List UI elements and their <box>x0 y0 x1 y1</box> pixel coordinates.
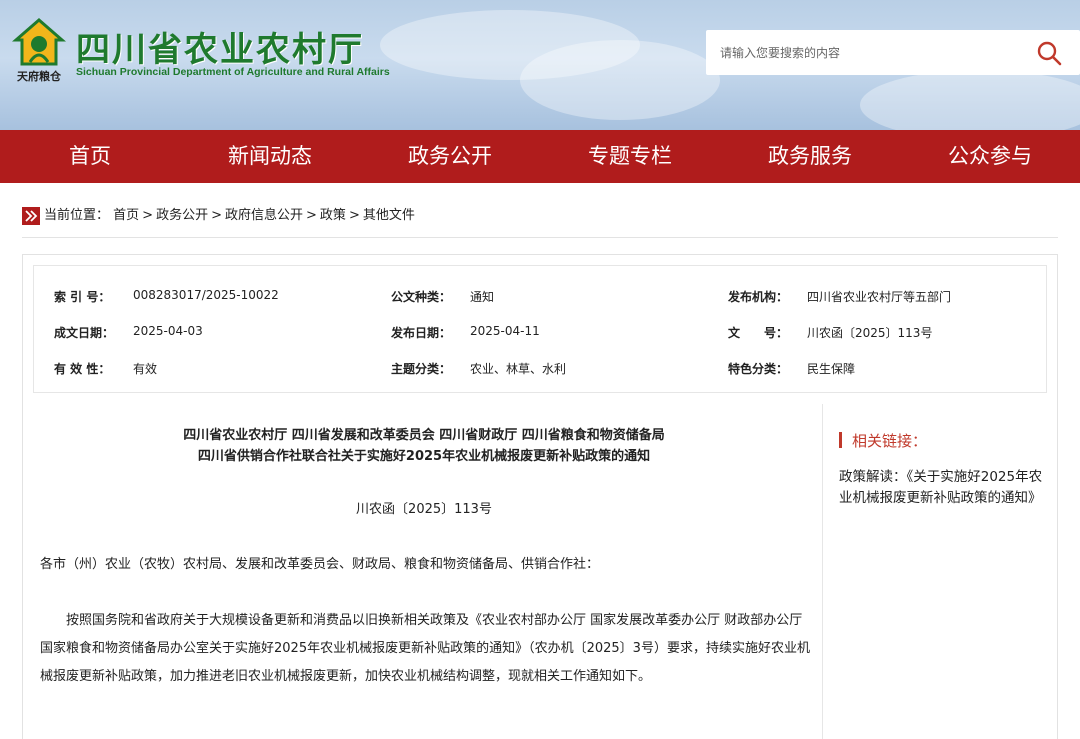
search-input[interactable] <box>706 30 1026 75</box>
meta-published-label: 发布日期： <box>391 326 452 340</box>
meta-feature-label: 特色分类： <box>728 362 789 376</box>
main-nav: 首页 新闻动态 政务公开 专题专栏 政务服务 公众参与 <box>0 130 1080 183</box>
breadcrumb-prefix: 当前位置： <box>44 208 110 223</box>
breadcrumb-separator: > <box>211 208 222 223</box>
breadcrumb-divider <box>22 237 1058 238</box>
document-metadata: 索 引 号： 008283017/2025-10022 公文种类： 通知 发布机… <box>33 265 1047 393</box>
meta-docno-value: 川农函〔2025〕113号 <box>807 326 933 340</box>
related-links-title: 相关链接： <box>852 432 928 450</box>
site-logo-icon[interactable]: 天府粮仓 <box>12 18 66 84</box>
breadcrumb-policy[interactable]: 政策 <box>320 208 346 223</box>
related-link-policy-interpretation[interactable]: 政策解读：《关于实施好2025年农业机械报废更新补贴政策的通知》 <box>839 467 1044 509</box>
breadcrumb-arrow-icon <box>22 207 40 225</box>
breadcrumb-home[interactable]: 首页 <box>113 208 139 223</box>
header-cloud-decoration <box>860 70 1080 130</box>
meta-feature-value: 民生保障 <box>807 362 856 376</box>
breadcrumb-separator: > <box>348 208 360 223</box>
breadcrumb-info-disclosure[interactable]: 政府信息公开 <box>225 208 303 223</box>
article-title-line-1: 四川省农业农村厅 四川省发展和改革委员会 四川省财政厅 四川省粮食和物资储备局 <box>183 428 665 443</box>
nav-item-gov-affairs[interactable]: 政务公开 <box>360 130 540 183</box>
nav-item-home[interactable]: 首页 <box>0 130 180 183</box>
site-title: 四川省农业农村厅 <box>76 30 364 70</box>
meta-issuer-value: 四川省农业农村厅等五部门 <box>807 290 952 304</box>
header-cloud-decoration <box>520 40 720 120</box>
search-icon[interactable] <box>1036 40 1062 66</box>
meta-doctype-label: 公文种类： <box>391 290 452 304</box>
meta-docno-label: 文 号： <box>728 326 789 340</box>
meta-doctype-value: 通知 <box>470 290 495 304</box>
nav-item-participation[interactable]: 公众参与 <box>900 130 1080 183</box>
meta-created-value: 2025-04-03 <box>133 324 203 338</box>
article-title-line-2: 四川省供销合作社联合社关于实施好2025年农业机械报废更新补贴政策的通知 <box>197 449 651 464</box>
site-subtitle: Sichuan Provincial Department of Agricul… <box>76 66 390 78</box>
meta-issuer-label: 发布机构： <box>728 290 789 304</box>
meta-topic-label: 主题分类： <box>391 362 452 376</box>
breadcrumb-separator: > <box>306 208 317 223</box>
meta-index-label: 索 引 号： <box>54 290 111 304</box>
site-header: 天府粮仓 四川省农业农村厅 Sichuan Provincial Departm… <box>0 0 1080 130</box>
breadcrumb-other-docs[interactable]: 其他文件 <box>363 208 415 223</box>
breadcrumb: 当前位置： 首页 > 政务公开 > 政府信息公开 > 政策 > 其他文件 <box>44 206 415 226</box>
meta-published-value: 2025-04-11 <box>470 324 540 338</box>
article-body-paragraph: 按照国务院和省政府关于大规模设备更新和消费品以旧换新相关政策及《农业农村部办公厅… <box>40 613 810 684</box>
article-doc-number: 川农函〔2025〕113号 <box>356 502 492 517</box>
meta-validity-label: 有 效 性： <box>54 362 111 376</box>
nav-item-topics[interactable]: 专题专栏 <box>540 130 720 183</box>
breadcrumb-gov-affairs[interactable]: 政务公开 <box>156 208 208 223</box>
meta-index-value: 008283017/2025-10022 <box>133 288 279 302</box>
nav-item-news[interactable]: 新闻动态 <box>180 130 360 183</box>
meta-topic-value: 农业、林草、水利 <box>470 362 567 376</box>
sidebar-divider <box>822 404 823 739</box>
sidebar-accent-bar <box>839 432 842 448</box>
article-salutation: 各市（州）农业（农牧）农村局、发展和改革委员会、财政局、粮食和物资储备局、供销合… <box>40 557 600 572</box>
meta-created-label: 成文日期： <box>54 326 115 340</box>
logo-text: 天府粮仓 <box>17 69 62 83</box>
breadcrumb-separator: > <box>142 208 154 223</box>
search-box <box>706 30 1080 75</box>
nav-item-services[interactable]: 政务服务 <box>720 130 900 183</box>
meta-validity-value: 有效 <box>133 362 158 376</box>
